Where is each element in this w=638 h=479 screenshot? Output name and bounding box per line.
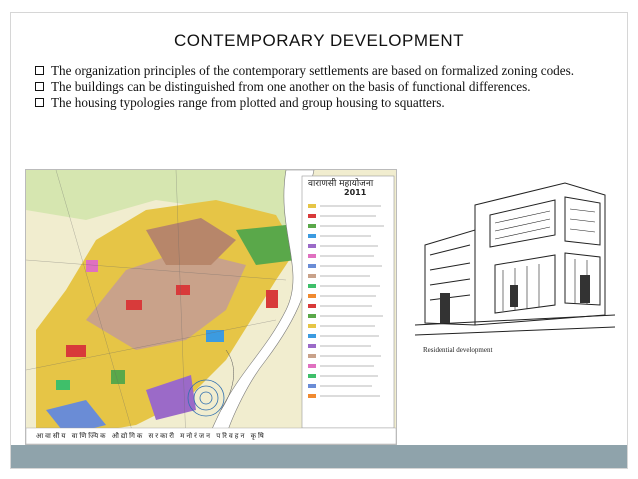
bullet-item: The buildings can be distinguished from … <box>35 79 605 95</box>
map-footer: आवासीय वाणिज्यिक औद्योगिक सरकारी मनोरंजन… <box>36 432 266 440</box>
residential-sketch <box>414 175 616 341</box>
bullet-list: The organization principles of the conte… <box>35 63 605 111</box>
map-legend-year: 2011 <box>344 188 367 197</box>
slide-title: CONTEMPORARY DEVELOPMENT <box>173 31 465 50</box>
footer-band <box>11 445 627 468</box>
bullet-item: The organization principles of the conte… <box>35 63 605 79</box>
checkbox-bullet-icon <box>35 82 44 91</box>
residential-sketch-drawing <box>414 182 616 336</box>
sketch-caption: Residential development <box>423 346 493 354</box>
checkbox-bullet-icon <box>35 98 44 107</box>
slide: CONTEMPORARY DEVELOPMENT The organizatio… <box>10 12 628 469</box>
zoning-map-drawing <box>26 170 396 444</box>
checkbox-bullet-icon <box>35 66 44 75</box>
zoning-map: वाराणसी महायोजना 2011 आवासीय वाणिज्यिक औ… <box>25 169 397 445</box>
bullet-item: The housing typologies range from plotte… <box>35 95 605 111</box>
